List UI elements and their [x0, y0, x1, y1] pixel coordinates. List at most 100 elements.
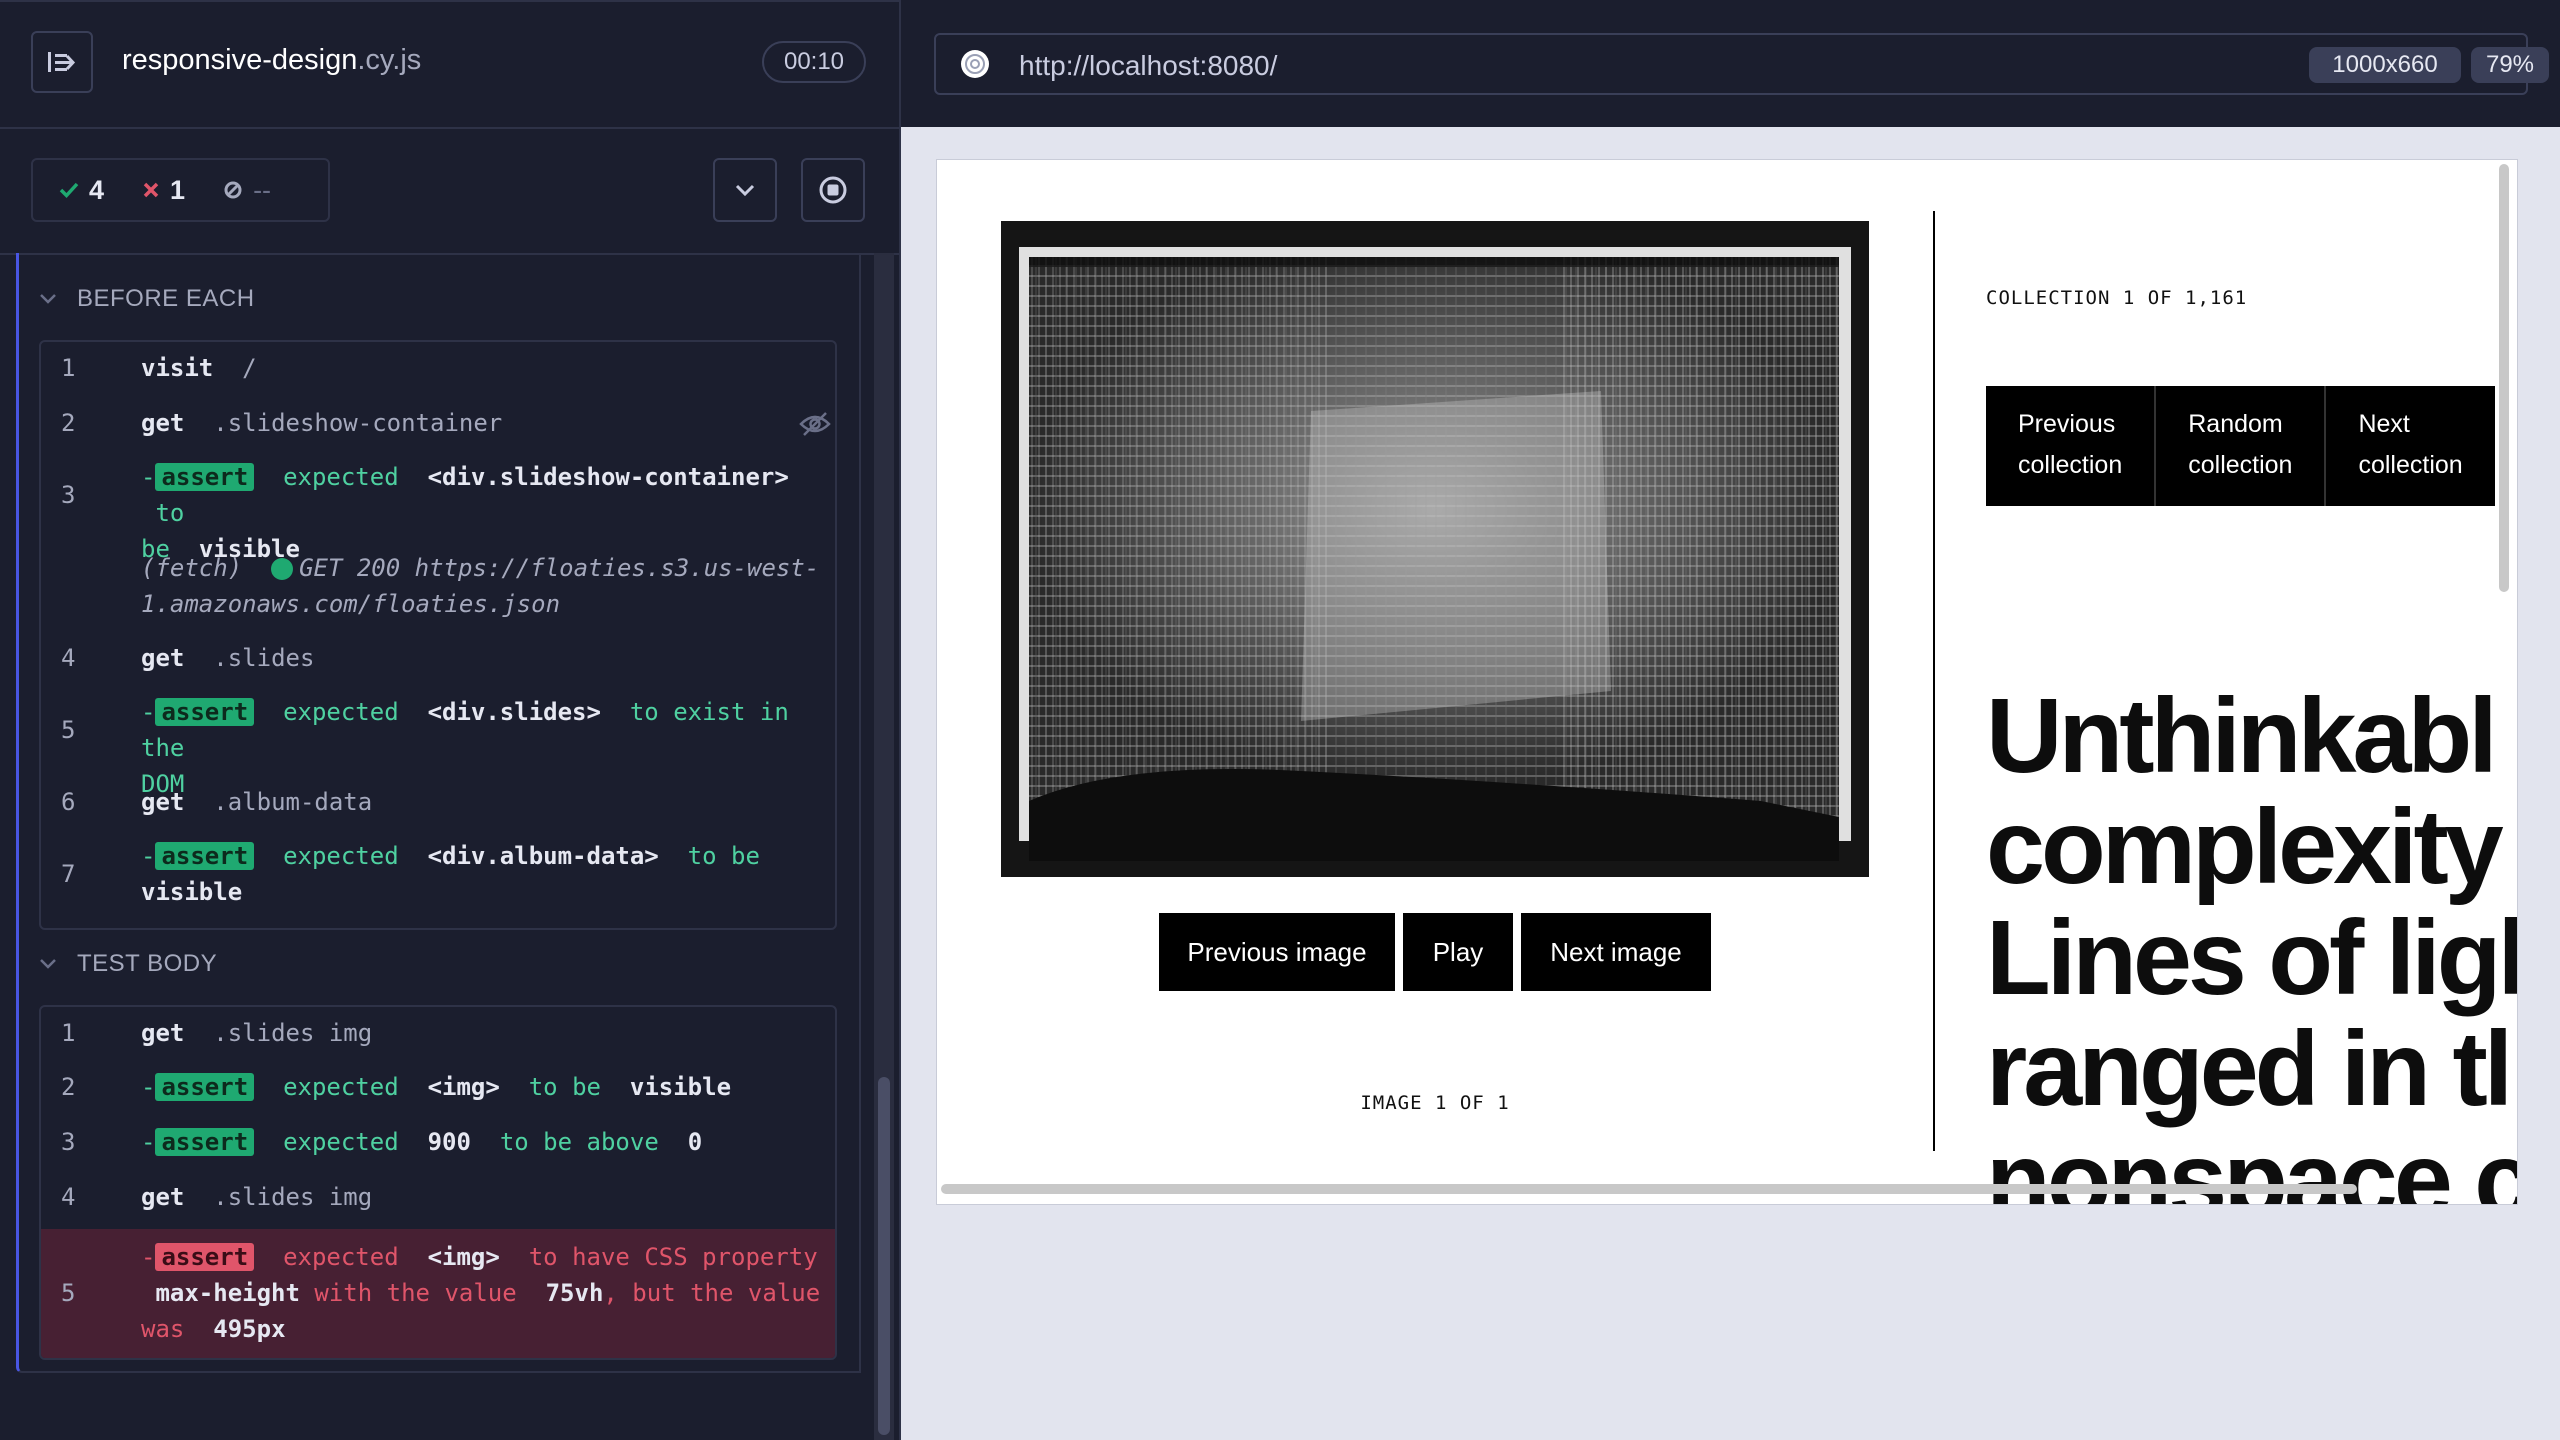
random-collection-button[interactable]: Random collection — [2156, 386, 2327, 506]
zoom-level[interactable]: 79% — [2471, 47, 2549, 83]
command-number: 2 — [61, 409, 76, 437]
failed-count: 1 — [170, 174, 186, 205]
before-each-header[interactable]: BEFORE EACH — [39, 285, 255, 313]
column-divider — [1933, 211, 1935, 1151]
assert-value: max-height — [155, 1279, 300, 1307]
command-number: 6 — [61, 788, 76, 816]
pending-icon — [224, 181, 242, 199]
assert-badge: assert — [155, 1243, 255, 1271]
play-button[interactable]: Play — [1403, 913, 1513, 991]
command-name: get — [141, 1183, 185, 1211]
command-name: visit — [141, 354, 214, 382]
stats-bar: 4 1 -- — [0, 129, 899, 255]
button-label: collection — [2188, 451, 2293, 479]
eye-slash-icon[interactable] — [799, 411, 831, 437]
command-number: 3 — [61, 1128, 76, 1156]
sidebar-toggle-icon — [48, 52, 76, 72]
command-arg: .slides img — [213, 1019, 373, 1047]
browser-toolbar: http://localhost:8080/ 1000x660 79% — [901, 0, 2560, 127]
options-dropdown-button[interactable] — [713, 158, 777, 222]
headline-line: Lines of ligl — [1986, 899, 2518, 1017]
artwork-image — [1001, 221, 1869, 877]
assert-text: was — [141, 1315, 185, 1343]
browser-icon — [961, 50, 989, 78]
command-arg: .slides img — [213, 1183, 373, 1211]
chevron-down-icon — [735, 184, 755, 196]
assert-value: visible — [629, 1073, 732, 1101]
previous-image-button[interactable]: Previous image — [1159, 913, 1395, 991]
headline-line: ranged in tl — [1986, 1010, 2513, 1128]
assert-text: expected — [283, 698, 399, 726]
assert-text: with the value — [314, 1279, 517, 1307]
image-counter: IMAGE 1 OF 1 — [1360, 1092, 1510, 1114]
fetch-url: GET 200 https://floaties.s3.us-west- — [299, 554, 820, 582]
horizontal-scrollbar[interactable] — [941, 1184, 2357, 1194]
command-arg: .album-data — [213, 788, 373, 816]
spec-header: responsive-design.cy.js 00:10 — [0, 0, 899, 129]
stop-button[interactable] — [801, 158, 865, 222]
app-preview-panel: http://localhost:8080/ 1000x660 79% Prev… — [901, 0, 2560, 1440]
command-name: get — [141, 788, 185, 816]
toggle-specs-button[interactable] — [31, 31, 93, 93]
previous-collection-button[interactable]: Previous collection — [1986, 386, 2157, 506]
button-label: Random — [2188, 410, 2283, 438]
fetch-label: (fetch) — [141, 554, 243, 582]
failed-command-row[interactable]: 5 - assert expected <img> to have CSS pro… — [41, 1229, 835, 1358]
test-body-header[interactable]: TEST BODY — [39, 950, 217, 978]
vertical-scrollbar[interactable] — [2499, 164, 2509, 592]
assert-subject: <div.album-data> — [427, 842, 659, 870]
command-number: 4 — [61, 644, 76, 672]
url-text: http://localhost:8080/ — [1019, 50, 1278, 81]
slide-image — [1001, 221, 1869, 877]
assert-subject: <div.slides> — [427, 698, 601, 726]
viewport-size[interactable]: 1000x660 — [2309, 47, 2461, 83]
command-arg: / — [242, 354, 257, 382]
collection-nav: Previous collection Random collection Next… — [1986, 386, 2495, 506]
next-collection-button[interactable]: Next collection — [2326, 386, 2495, 506]
assert-text: to — [155, 499, 185, 527]
before-each-title: BEFORE EACH — [77, 285, 255, 312]
chevron-down-icon — [40, 959, 56, 969]
reporter-scrollbar-thumb[interactable] — [878, 1077, 890, 1435]
pending-count: -- — [253, 174, 272, 205]
command-name: get — [141, 409, 185, 437]
spec-extension: .cy.js — [357, 44, 422, 76]
assert-text: expected — [283, 463, 399, 491]
button-label: collection — [2358, 451, 2463, 479]
next-image-button[interactable]: Next image — [1521, 913, 1711, 991]
assert-subject: 900 — [427, 1128, 471, 1156]
button-label: Previous — [2018, 410, 2116, 438]
command-number: 7 — [61, 860, 76, 888]
assert-text: expected — [283, 842, 399, 870]
test-stats: 4 1 -- — [31, 158, 330, 222]
headline-line: Unthinkabl — [1986, 677, 2498, 795]
assert-text: expected — [283, 1128, 399, 1156]
assert-text: expected — [283, 1073, 399, 1101]
command-arg: .slideshow-container — [213, 409, 503, 437]
assert-badge: assert — [155, 698, 255, 726]
command-name: get — [141, 644, 185, 672]
command-name: get — [141, 1019, 185, 1047]
button-label: collection — [2018, 451, 2123, 479]
test-body-commands: 1 get .slides img 2 - assert expected <im… — [39, 1005, 837, 1360]
command-number: 1 — [61, 354, 76, 382]
button-label: Next — [2358, 410, 2410, 438]
check-icon — [59, 182, 79, 199]
before-each-commands: 1 visit / 2 get .slideshow-container 3 -… — [39, 340, 837, 930]
assert-text: to be — [528, 1073, 601, 1101]
reporter-panel: responsive-design.cy.js 00:10 4 1 -- BEF… — [0, 0, 899, 1440]
passed-stat: 4 — [59, 175, 104, 206]
assert-badge: assert — [155, 1128, 255, 1156]
headline-line: complexity — [1986, 788, 2504, 906]
assert-badge: assert — [155, 842, 255, 870]
chevron-down-icon — [40, 294, 56, 304]
assert-subject: <img> — [427, 1243, 500, 1271]
spec-name: responsive-design — [122, 44, 358, 76]
assert-text: to have CSS property — [528, 1243, 818, 1271]
url-bar[interactable]: http://localhost:8080/ 1000x660 79% — [934, 33, 2549, 95]
assert-value: visible — [141, 878, 243, 906]
passed-count: 4 — [89, 174, 105, 205]
x-icon — [143, 182, 159, 198]
command-log: BEFORE EACH 1 visit / 2 get .slideshow-c… — [16, 253, 861, 1373]
assert-text: to be above — [499, 1128, 659, 1156]
